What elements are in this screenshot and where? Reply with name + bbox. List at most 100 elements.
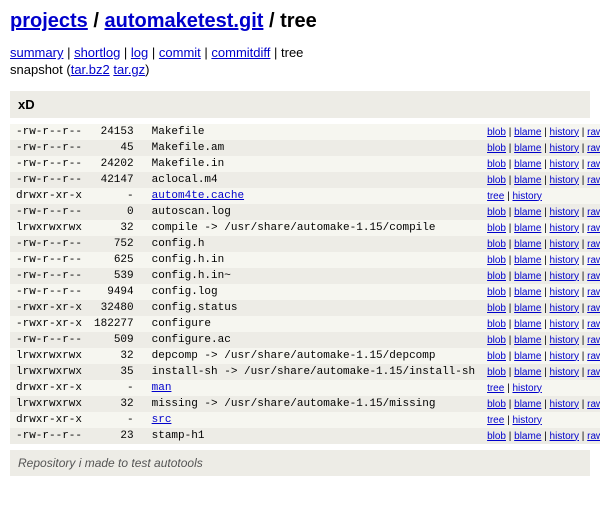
blame-link[interactable]: blame <box>514 127 541 138</box>
blame-link[interactable]: blame <box>514 431 541 442</box>
blame-link[interactable]: blame <box>514 319 541 330</box>
blob-link[interactable]: blob <box>487 127 506 138</box>
history-link[interactable]: history <box>550 223 579 234</box>
blob-link[interactable]: blob <box>487 303 506 314</box>
history-link[interactable]: history <box>550 239 579 250</box>
blame-link[interactable]: blame <box>514 223 541 234</box>
history-link[interactable]: history <box>550 367 579 378</box>
blob-link[interactable]: blob <box>487 319 506 330</box>
raw-link[interactable]: raw <box>587 223 600 234</box>
blame-link[interactable]: blame <box>514 239 541 250</box>
file-name: depcomp -> /usr/share/automake-1.15/depc… <box>146 348 481 364</box>
blame-link[interactable]: blame <box>514 399 541 410</box>
history-link[interactable]: history <box>512 383 541 394</box>
nav-commit[interactable]: commit <box>159 45 201 60</box>
breadcrumb: projects / automaketest.git / tree <box>10 10 590 33</box>
history-link[interactable]: history <box>550 335 579 346</box>
raw-link[interactable]: raw <box>587 127 600 138</box>
raw-link[interactable]: raw <box>587 255 600 266</box>
history-link[interactable]: history <box>550 271 579 282</box>
dir-link[interactable]: src <box>152 414 172 426</box>
blame-link[interactable]: blame <box>514 303 541 314</box>
blob-link[interactable]: blob <box>487 207 506 218</box>
snapshot-targz[interactable]: tar.gz <box>113 62 145 77</box>
history-link[interactable]: history <box>550 175 579 186</box>
file-name: stamp-h1 <box>146 428 481 444</box>
blob-link[interactable]: blob <box>487 143 506 154</box>
file-size: 42147 <box>88 172 146 188</box>
dir-link[interactable]: autom4te.cache <box>152 190 244 202</box>
file-name: src <box>146 412 481 428</box>
history-link[interactable]: history <box>550 255 579 266</box>
blame-link[interactable]: blame <box>514 159 541 170</box>
nav-summary[interactable]: summary <box>10 45 63 60</box>
history-link[interactable]: history <box>550 303 579 314</box>
raw-link[interactable]: raw <box>587 143 600 154</box>
blame-link[interactable]: blame <box>514 351 541 362</box>
raw-link[interactable]: raw <box>587 207 600 218</box>
raw-link[interactable]: raw <box>587 175 600 186</box>
file-mode: drwxr-xr-x <box>10 380 88 396</box>
history-link[interactable]: history <box>550 127 579 138</box>
raw-link[interactable]: raw <box>587 351 600 362</box>
file-mode: -rw-r--r-- <box>10 268 88 284</box>
projects-link[interactable]: projects <box>10 10 88 32</box>
blob-link[interactable]: blob <box>487 271 506 282</box>
blame-link[interactable]: blame <box>514 207 541 218</box>
blame-link[interactable]: blame <box>514 255 541 266</box>
file-size: 539 <box>88 268 146 284</box>
blob-link[interactable]: blob <box>487 399 506 410</box>
blob-link[interactable]: blob <box>487 239 506 250</box>
tree-link[interactable]: tree <box>487 383 504 394</box>
file-mode: -rw-r--r-- <box>10 332 88 348</box>
tree-link[interactable]: tree <box>487 191 504 202</box>
history-link[interactable]: history <box>512 415 541 426</box>
raw-link[interactable]: raw <box>587 399 600 410</box>
raw-link[interactable]: raw <box>587 335 600 346</box>
blob-link[interactable]: blob <box>487 159 506 170</box>
row-actions: blob | blame | history | raw <box>481 172 600 188</box>
nav-shortlog[interactable]: shortlog <box>74 45 120 60</box>
raw-link[interactable]: raw <box>587 367 600 378</box>
history-link[interactable]: history <box>550 287 579 298</box>
file-size: 9494 <box>88 284 146 300</box>
tree-link[interactable]: tree <box>487 415 504 426</box>
breadcrumb-suffix: tree <box>280 10 317 32</box>
history-link[interactable]: history <box>550 143 579 154</box>
blame-link[interactable]: blame <box>514 367 541 378</box>
repo-link[interactable]: automaketest.git <box>104 10 263 32</box>
raw-link[interactable]: raw <box>587 287 600 298</box>
snapshot-tarbz2[interactable]: tar.bz2 <box>71 62 110 77</box>
history-link[interactable]: history <box>550 159 579 170</box>
blob-link[interactable]: blob <box>487 287 506 298</box>
raw-link[interactable]: raw <box>587 303 600 314</box>
nav-log[interactable]: log <box>131 45 148 60</box>
blame-link[interactable]: blame <box>514 143 541 154</box>
blob-link[interactable]: blob <box>487 223 506 234</box>
history-link[interactable]: history <box>550 351 579 362</box>
file-name: configure.ac <box>146 332 481 348</box>
row-actions: blob | blame | history | raw <box>481 348 600 364</box>
history-link[interactable]: history <box>550 319 579 330</box>
raw-link[interactable]: raw <box>587 319 600 330</box>
raw-link[interactable]: raw <box>587 159 600 170</box>
raw-link[interactable]: raw <box>587 271 600 282</box>
history-link[interactable]: history <box>550 399 579 410</box>
raw-link[interactable]: raw <box>587 239 600 250</box>
nav-commitdiff[interactable]: commitdiff <box>211 45 270 60</box>
blob-link[interactable]: blob <box>487 367 506 378</box>
blame-link[interactable]: blame <box>514 271 541 282</box>
blob-link[interactable]: blob <box>487 175 506 186</box>
history-link[interactable]: history <box>550 431 579 442</box>
blob-link[interactable]: blob <box>487 335 506 346</box>
dir-link[interactable]: man <box>152 382 172 394</box>
blame-link[interactable]: blame <box>514 175 541 186</box>
blob-link[interactable]: blob <box>487 351 506 362</box>
blob-link[interactable]: blob <box>487 255 506 266</box>
blob-link[interactable]: blob <box>487 431 506 442</box>
blame-link[interactable]: blame <box>514 287 541 298</box>
history-link[interactable]: history <box>512 191 541 202</box>
blame-link[interactable]: blame <box>514 335 541 346</box>
raw-link[interactable]: raw <box>587 431 600 442</box>
history-link[interactable]: history <box>550 207 579 218</box>
